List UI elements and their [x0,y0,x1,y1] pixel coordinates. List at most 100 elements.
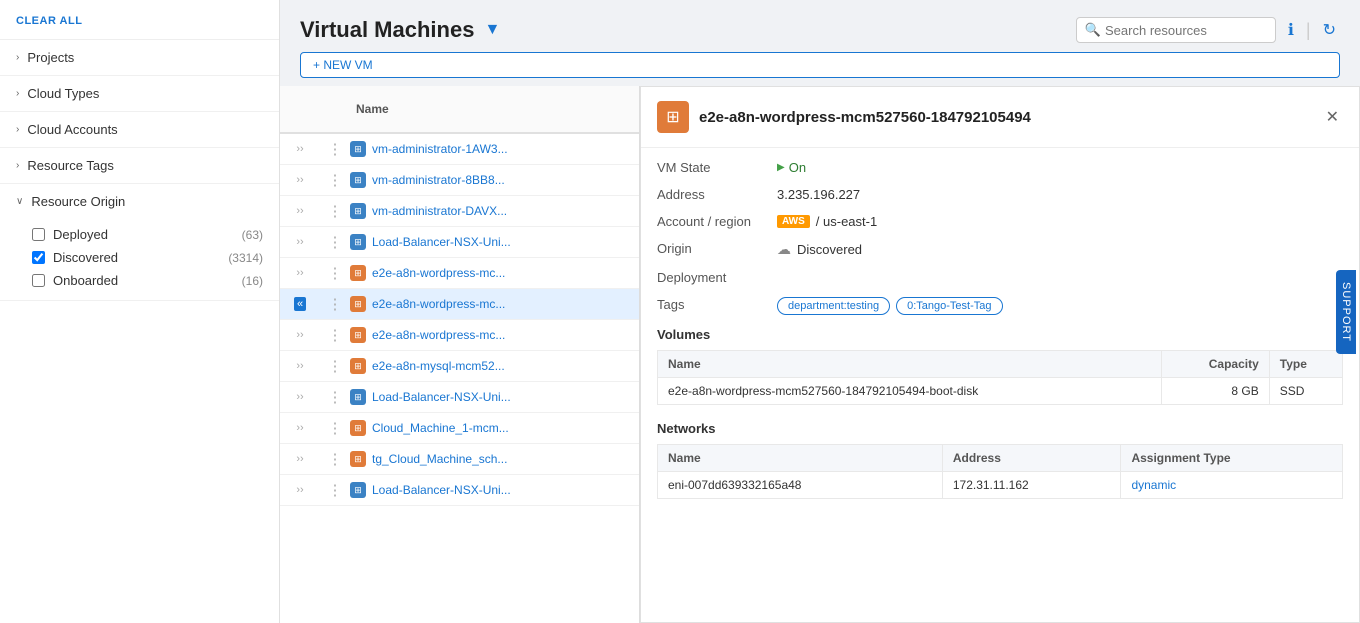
row-expand-icon[interactable]: ›› [280,174,320,186]
vm-state-row: VM State On [657,160,1343,175]
row-name-text: Load-Balancer-NSX-Uni... [372,390,511,404]
list-item[interactable]: ›› ⋮ ⊞ e2e-a8n-mysql-mcm52... [280,351,639,382]
search-input[interactable] [1105,23,1267,38]
list-item[interactable]: ›› ⋮ ⊞ vm-administrator-8BB8... [280,165,639,196]
onboarded-checkbox[interactable] [32,274,45,287]
row-menu-icon[interactable]: ⋮ [320,388,350,406]
list-item[interactable]: ›› ⋮ ⊞ tg_Cloud_Machine_sch... [280,444,639,475]
list-item[interactable]: ›› ⋮ ⊞ vm-administrator-1AW3... [280,134,639,165]
row-name: ⊞ Load-Balancer-NSX-Uni... [350,234,639,250]
chevron-right-icon: › [16,52,19,63]
filter-funnel-icon[interactable]: ▼ [484,21,500,39]
vm-type-icon: ⊞ [350,327,366,343]
row-menu-icon[interactable]: ⋮ [320,450,350,468]
chevron-double-icon: « [294,297,306,311]
row-name-text: e2e-a8n-wordpress-mc... [372,297,505,311]
row-menu-icon[interactable]: ⋮ [320,295,350,313]
row-menu-icon[interactable]: ⋮ [320,357,350,375]
sidebar-header: CLEAR ALL [0,0,279,40]
cloud-accounts-header[interactable]: › Cloud Accounts [0,112,279,147]
resource-tags-header[interactable]: › Resource Tags [0,148,279,183]
table-area: Name ›› ⋮ ⊞ vm-administrator-1AW3... ›› … [280,86,1360,623]
row-expand-icon[interactable]: ›› [280,360,320,372]
search-icon: 🔍 [1085,22,1101,38]
row-menu-icon[interactable]: ⋮ [320,264,350,282]
volumes-col-type: Type [1269,351,1342,378]
close-detail-button[interactable]: ✕ [1322,103,1343,131]
row-name: ⊞ vm-administrator-DAVX... [350,203,639,219]
chevron-right-icon: › [16,88,19,99]
row-menu-icon[interactable]: ⋮ [320,233,350,251]
row-menu-icon[interactable]: ⋮ [320,202,350,220]
page-title: Virtual Machines ▼ [300,17,500,43]
deployed-label[interactable]: Deployed [53,227,234,242]
volumes-col-name: Name [658,351,1162,378]
cloud-icon: ☁ [777,241,791,258]
info-button[interactable]: ℹ [1284,16,1298,44]
row-expand-icon[interactable]: ›› [280,267,320,279]
list-item[interactable]: « ⋮ ⊞ e2e-a8n-wordpress-mc... [280,289,639,320]
filter-item-discovered: Discovered (3314) [32,246,263,269]
deployment-row: Deployment [657,270,1343,285]
filter-item-onboarded: Onboarded (16) [32,269,263,292]
discovered-checkbox[interactable] [32,251,45,264]
row-name-text: vm-administrator-DAVX... [372,204,507,218]
discovered-label[interactable]: Discovered [53,250,220,265]
row-expand-icon[interactable]: ›› [280,205,320,217]
page-title-text: Virtual Machines [300,17,474,43]
resource-origin-content: Deployed (63) Discovered (3314) Onboarde… [0,219,279,300]
row-menu-icon[interactable]: ⋮ [320,326,350,344]
deployed-checkbox[interactable] [32,228,45,241]
row-expand-icon[interactable]: ›› [280,453,320,465]
row-name-text: e2e-a8n-wordpress-mc... [372,328,505,342]
list-item[interactable]: ›› ⋮ ⊞ vm-administrator-DAVX... [280,196,639,227]
list-item[interactable]: ›› ⋮ ⊞ Load-Balancer-NSX-Uni... [280,382,639,413]
volume-capacity: 8 GB [1161,378,1269,405]
cloud-types-label: Cloud Types [27,86,99,101]
row-expand-icon[interactable]: ›› [280,329,320,341]
row-expand-icon[interactable]: ›› [280,391,320,403]
row-name: ⊞ tg_Cloud_Machine_sch... [350,451,639,467]
row-expand-icon[interactable]: « [280,297,320,311]
projects-header[interactable]: › Projects [0,40,279,75]
filter-section-cloud-accounts: › Cloud Accounts [0,112,279,148]
tag-pill: department:testing [777,297,890,315]
onboarded-label[interactable]: Onboarded [53,273,234,288]
row-name: ⊞ Cloud_Machine_1-mcm... [350,420,639,436]
tag-pill: 0:Tango-Test-Tag [896,297,1002,315]
vm-type-icon: ⊞ [350,265,366,281]
row-menu-icon[interactable]: ⋮ [320,481,350,499]
row-menu-icon[interactable]: ⋮ [320,419,350,437]
row-expand-icon[interactable]: ›› [280,422,320,434]
list-item[interactable]: ›› ⋮ ⊞ e2e-a8n-wordpress-mc... [280,320,639,351]
volume-type: SSD [1269,378,1342,405]
networks-col-name: Name [658,445,943,472]
list-item[interactable]: ›› ⋮ ⊞ Load-Balancer-NSX-Uni... [280,227,639,258]
new-vm-button[interactable]: + NEW VM [300,52,1340,78]
resource-origin-header[interactable]: ∨ Resource Origin [0,184,279,219]
tags-value: department:testing 0:Tango-Test-Tag [777,297,1003,315]
list-item[interactable]: ›› ⋮ ⊞ Cloud_Machine_1-mcm... [280,413,639,444]
row-expand-icon[interactable]: ›› [280,143,320,155]
row-expand-icon[interactable]: ›› [280,484,320,496]
vm-state-value: On [777,160,806,175]
volumes-title: Volumes [657,327,1343,342]
vm-type-icon: ⊞ [350,482,366,498]
row-name: ⊞ Load-Balancer-NSX-Uni... [350,389,639,405]
clear-all-button[interactable]: CLEAR ALL [16,15,82,27]
address-row: Address 3.235.196.227 [657,187,1343,202]
refresh-button[interactable]: ↻ [1319,16,1340,44]
list-item[interactable]: ›› ⋮ ⊞ e2e-a8n-wordpress-mc... [280,258,639,289]
row-menu-icon[interactable]: ⋮ [320,140,350,158]
row-menu-icon[interactable]: ⋮ [320,171,350,189]
row-name-text: e2e-a8n-mysql-mcm52... [372,359,505,373]
list-item[interactable]: ›› ⋮ ⊞ Load-Balancer-NSX-Uni... [280,475,639,506]
row-expand-icon[interactable]: ›› [280,236,320,248]
volume-name: e2e-a8n-wordpress-mcm527560-184792105494… [658,378,1162,405]
support-tab[interactable]: SUPPORT [1336,270,1356,354]
deployed-count: (63) [242,228,263,242]
row-name: ⊞ e2e-a8n-wordpress-mc... [350,265,639,281]
resource-tags-label: Resource Tags [27,158,113,173]
vm-type-icon: ⊞ [350,389,366,405]
cloud-types-header[interactable]: › Cloud Types [0,76,279,111]
